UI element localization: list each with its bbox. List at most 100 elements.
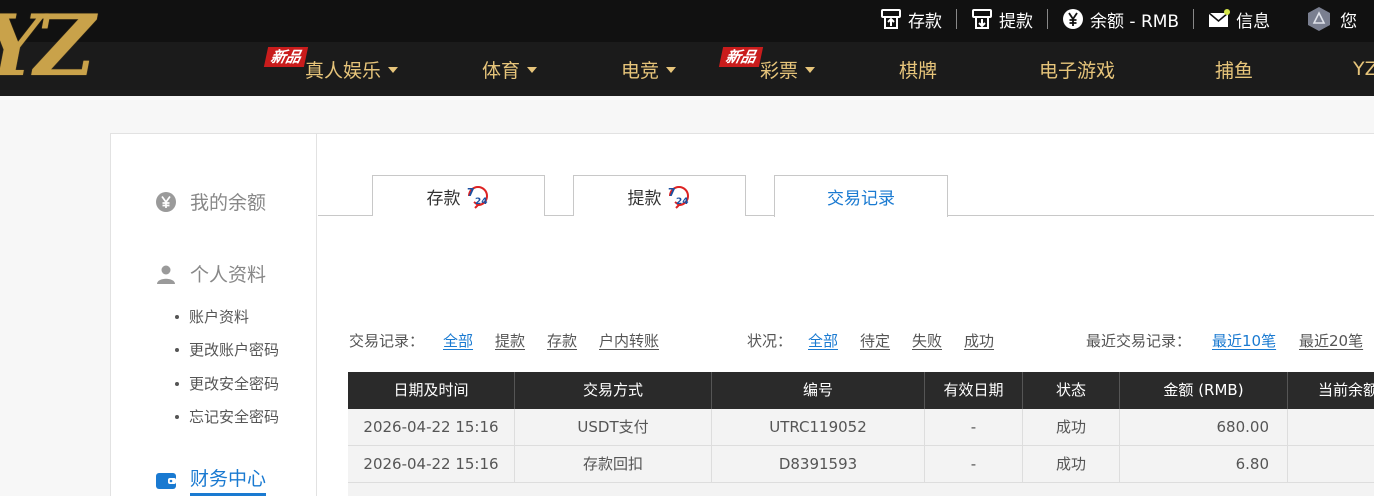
column-header: 状态 (1023, 372, 1120, 409)
nav-item-label: 电子游戏 (1039, 59, 1116, 82)
status-filter-success[interactable]: 成功 (964, 330, 994, 351)
cell-valid-date: - (925, 446, 1023, 482)
finance-tabs: 存款 7 24 提款 7 24 交易记录 (318, 174, 1374, 217)
tab-label: 存款 (426, 188, 461, 209)
nav-item-label: 棋牌 (899, 59, 938, 82)
cell-datetime: 2026-04-22 15:16 (348, 409, 515, 445)
svg-text:24: 24 (475, 197, 488, 207)
nav-item-lottery[interactable]: 彩票 (760, 42, 816, 96)
nav-item-esports[interactable]: 电竞 (621, 42, 677, 96)
recent-filter-10[interactable]: 最近10笔 (1212, 330, 1276, 351)
nav-item-fishing[interactable]: 捕鱼 (1215, 42, 1253, 96)
24-7-service-icon: 7 24 (467, 186, 488, 209)
type-filter-withdraw[interactable]: 提款 (495, 330, 525, 351)
table-row: 2026-04-22 15:16 USDT支付 UTRC119052 - 成功 … (348, 409, 1374, 446)
top-deposit-label: 存款 (908, 11, 942, 32)
sidebar-item-label: 我的余额 (190, 192, 267, 214)
top-withdraw-link[interactable]: 提款 (971, 0, 1033, 38)
nav-item-label: 彩票 (760, 59, 799, 82)
deposit-icon (881, 9, 901, 29)
yen-icon (156, 191, 176, 212)
sidebar-subitem-label: 更改安全密码 (189, 375, 280, 393)
caret-down-icon (527, 67, 538, 73)
nav-item-sports[interactable]: 体育 (482, 42, 538, 96)
nav-item-label: 真人娱乐 (305, 59, 382, 82)
type-filter-label: 交易记录： (349, 332, 425, 350)
nav-item-yz[interactable]: YZ (1353, 42, 1374, 96)
column-header: 交易方式 (515, 372, 712, 409)
divider (1193, 9, 1195, 29)
bullet (175, 414, 179, 419)
recent-filter-20[interactable]: 最近20笔 (1299, 330, 1363, 351)
type-filter-transfer[interactable]: 户内转账 (599, 330, 659, 351)
type-filter-deposit[interactable]: 存款 (547, 330, 577, 351)
svg-text:7: 7 (668, 186, 676, 199)
nav-item-slots[interactable]: 电子游戏 (1039, 42, 1115, 96)
cell-status: 成功 (1023, 409, 1120, 445)
bullet (175, 381, 179, 386)
sidebar-subitem-change-security-password[interactable]: 更改安全密码 (175, 373, 279, 394)
column-header: 金额 (RMB) (1120, 372, 1288, 409)
user-avatar-icon[interactable] (1306, 6, 1332, 32)
nav-item-live-casino[interactable]: 真人娱乐 (305, 42, 399, 96)
table-row: 2026-04-22 15:16 存款回扣 D8391593 - 成功 6.80 (348, 446, 1374, 483)
top-balance-link[interactable]: 余额 - RMB (1062, 0, 1179, 38)
cell-method: USDT支付 (515, 409, 712, 445)
sidebar-item-finance[interactable]: 财务中心 (156, 464, 267, 496)
column-header: 当前余额 (1317, 381, 1374, 399)
sidebar-subitem-account-info[interactable]: 账户资料 (175, 306, 249, 327)
top-messages-label: 信息 (1236, 11, 1271, 32)
svg-text:7: 7 (467, 186, 475, 199)
status-filter-all[interactable]: 全部 (808, 330, 838, 351)
record-filters: 交易记录： 全部 提款 存款 户内转账 状况： 全部 待定 失败 成功 最近交易… (318, 330, 1374, 354)
tab-deposit[interactable]: 存款 7 24 (372, 175, 545, 216)
divider (1047, 9, 1048, 29)
sidebar-subitem-label: 账户资料 (189, 308, 250, 326)
column-header: 日期及时间 (348, 372, 515, 409)
nav-item-chess[interactable]: 棋牌 (899, 42, 937, 96)
top-messages-link[interactable]: 信息 (1208, 0, 1270, 38)
top-user-label: 您 (1340, 11, 1358, 32)
top-balance-label: 余额 - RMB (1090, 11, 1180, 32)
recent-filter-label: 最近交易记录： (1086, 332, 1192, 350)
table-header: 日期及时间 交易方式 编号 有效日期 状态 金额 (RMB) 当前余额 (348, 372, 1374, 409)
status-filter-pending[interactable]: 待定 (860, 330, 890, 351)
sidebar-subitem-label: 更改账户密码 (189, 341, 280, 359)
caret-down-icon (666, 67, 677, 73)
cell-status: 成功 (1023, 446, 1120, 482)
nav-item-label: 捕鱼 (1215, 59, 1254, 82)
user-icon (157, 265, 175, 284)
top-deposit-link[interactable]: 存款 (880, 0, 942, 38)
account-panel: 我的余额 个人资料 账户资料 更改账户密码 更改安全密码 忘记安全密码 财务中心… (110, 133, 1374, 496)
sidebar-item-label: 个人资料 (190, 264, 267, 286)
sidebar-item-balance[interactable]: 我的余额 (156, 188, 266, 215)
type-filter-all[interactable]: 全部 (443, 330, 473, 351)
cell-id: D8391593 (712, 446, 925, 482)
wallet-icon (156, 472, 176, 489)
sidebar-item-profile[interactable]: 个人资料 (156, 260, 266, 287)
sidebar-subitem-label: 忘记安全密码 (189, 408, 280, 426)
cell-valid-date: - (925, 409, 1023, 445)
cell-amount: 680.00 (1120, 409, 1288, 445)
withdraw-icon (972, 9, 992, 29)
status-filter-failed[interactable]: 失败 (912, 330, 942, 351)
cell-amount: 6.80 (1120, 446, 1288, 482)
cell-balance (1288, 446, 1374, 482)
new-badge: 新品 (718, 47, 764, 67)
main-nav: 新品 真人娱乐 体育 电竞 新品 彩票 棋牌 电子游戏 捕鱼 YZ (0, 42, 1374, 96)
sidebar-subitem-forgot-security-password[interactable]: 忘记安全密码 (175, 406, 279, 427)
divider (956, 9, 957, 29)
cell-method: 存款回扣 (515, 446, 712, 482)
sidebar-subitem-change-password[interactable]: 更改账户密码 (175, 339, 279, 360)
table-row (348, 483, 1374, 496)
account-sidebar: 我的余额 个人资料 账户资料 更改账户密码 更改安全密码 忘记安全密码 财务中心 (111, 134, 317, 496)
svg-text:24: 24 (676, 197, 689, 207)
sidebar-item-label: 财务中心 (190, 464, 267, 496)
tab-label: 提款 (627, 188, 662, 209)
tab-withdraw[interactable]: 提款 7 24 (573, 175, 746, 216)
24-7-service-icon: 7 24 (668, 186, 689, 209)
mail-icon (1208, 9, 1231, 27)
tab-transaction-records[interactable]: 交易记录 (774, 175, 948, 217)
column-header: 有效日期 (925, 372, 1023, 409)
top-user-link[interactable]: 您 (1340, 0, 1357, 38)
